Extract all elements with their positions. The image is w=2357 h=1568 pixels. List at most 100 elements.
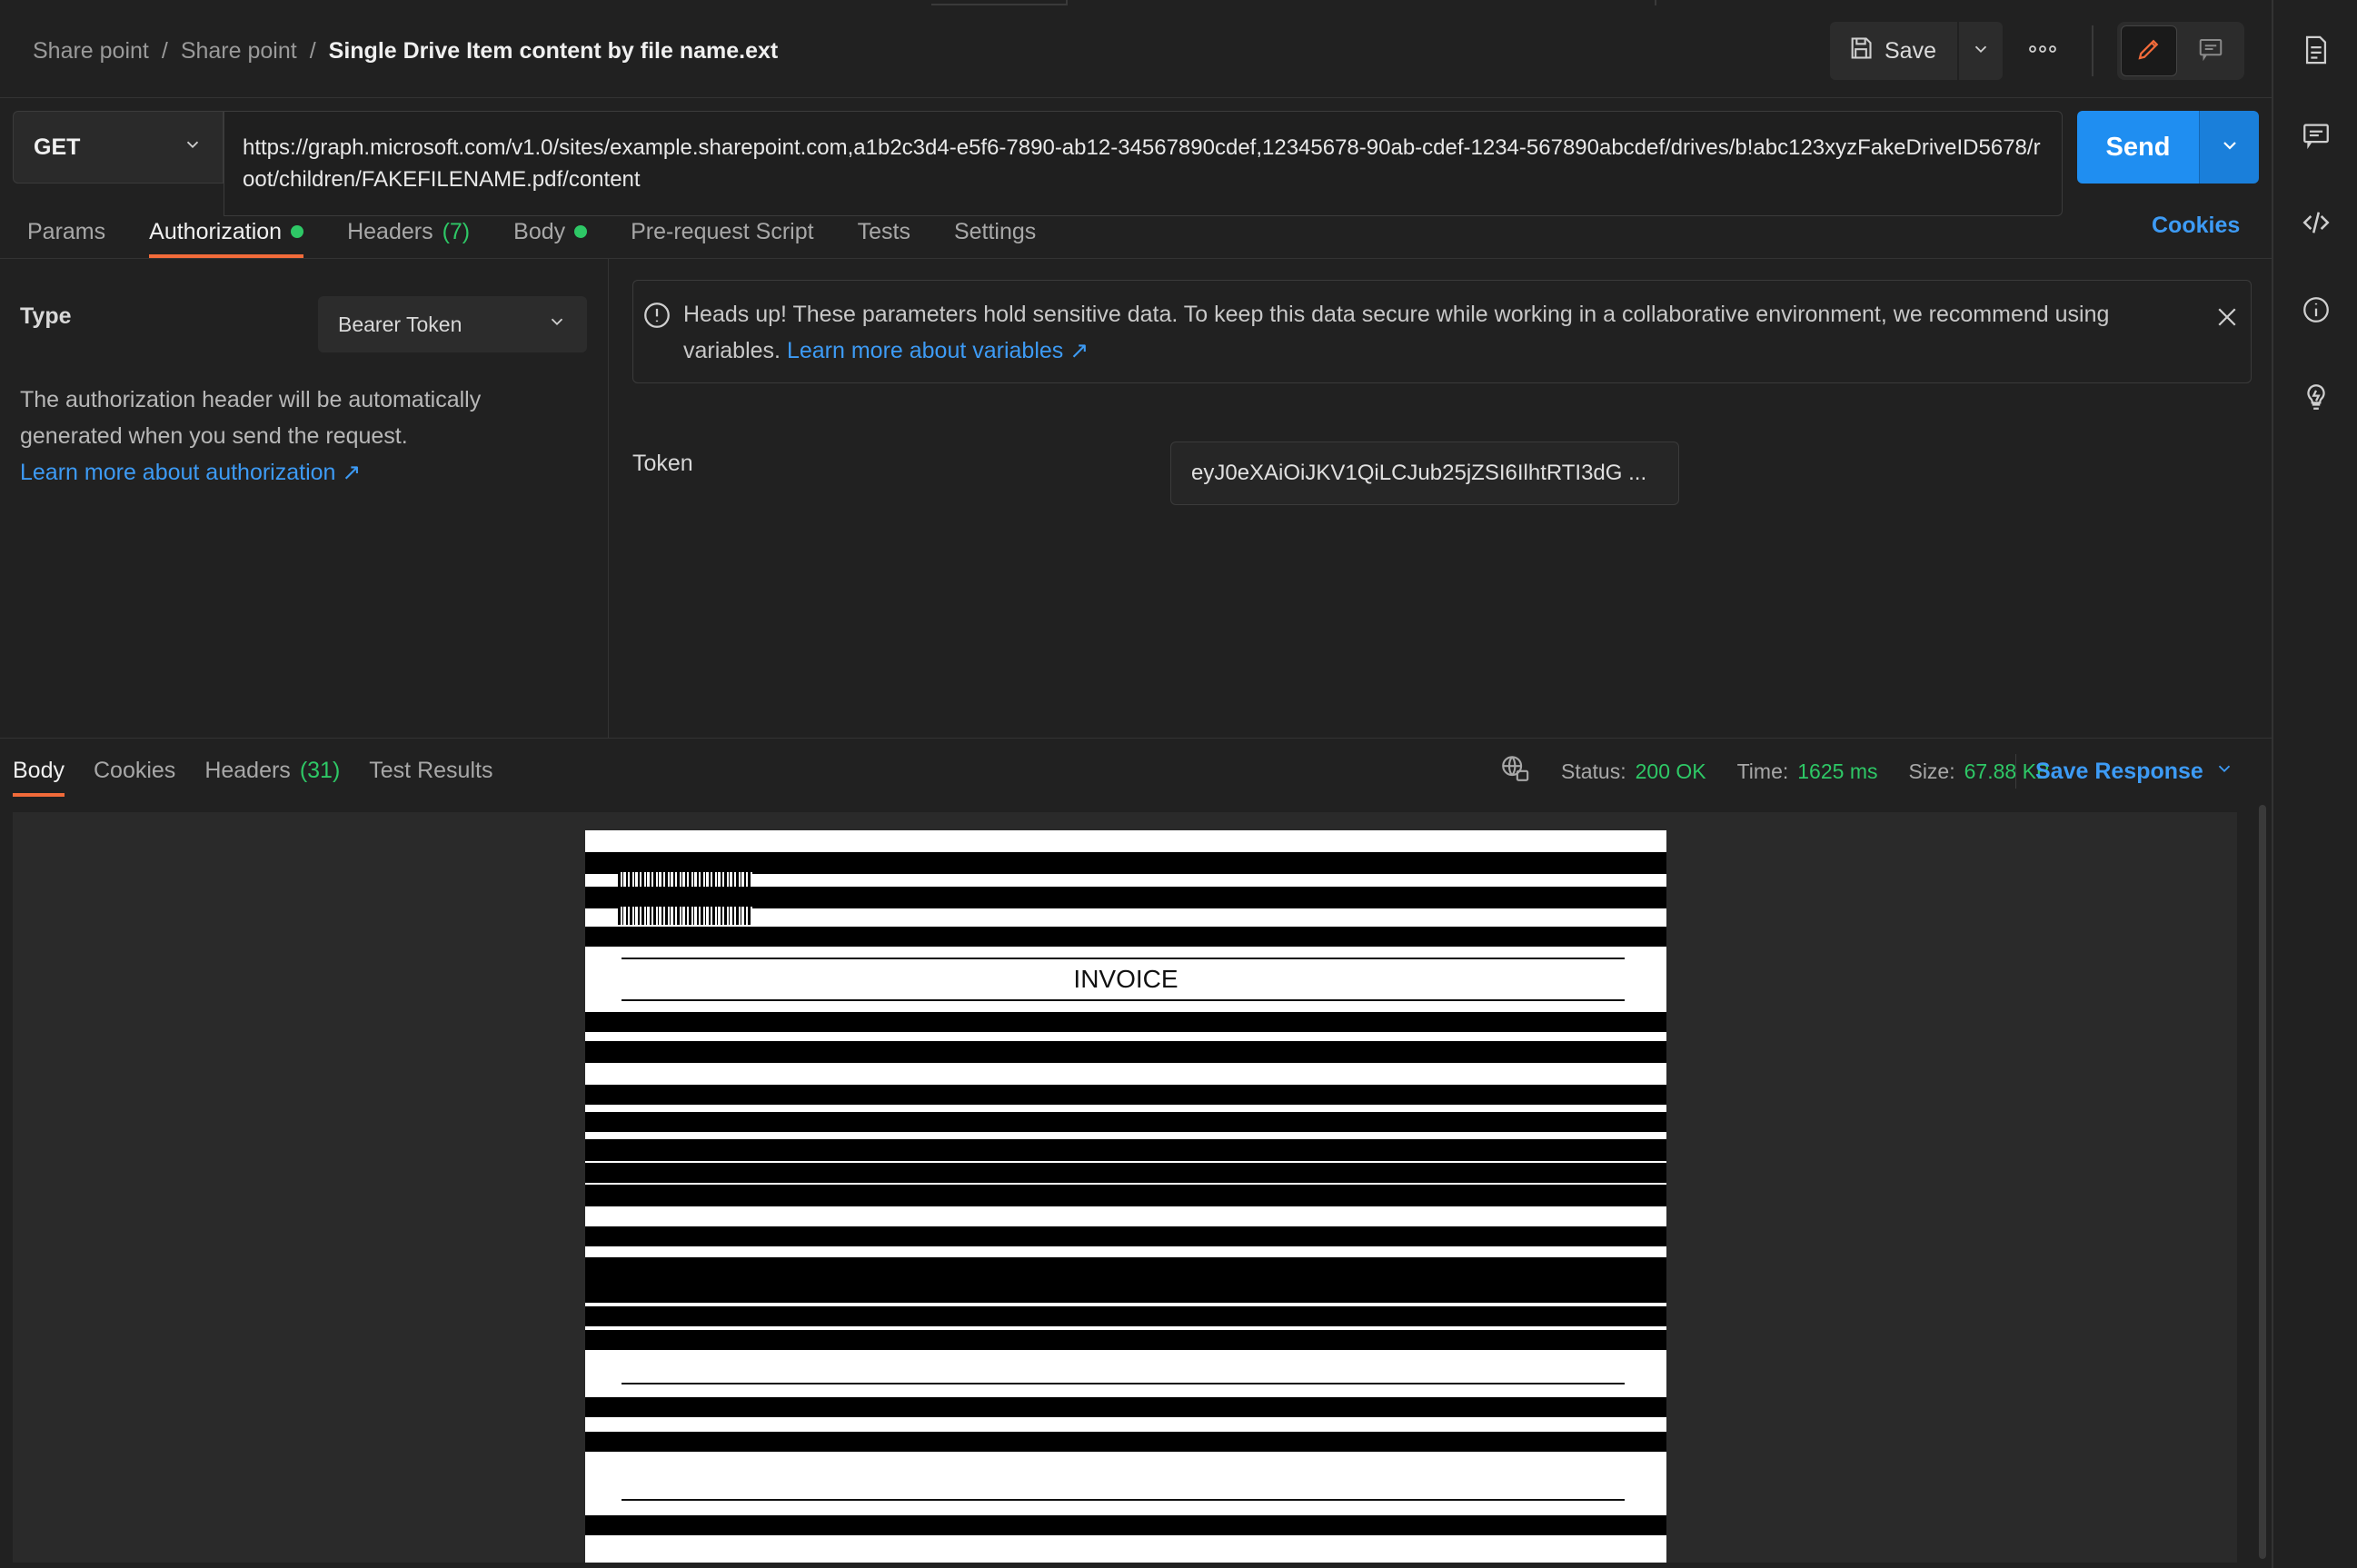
save-response-label: Save Response [2035,758,2203,784]
tab-label: Settings [953,218,1037,244]
document-icon [2301,35,2332,70]
comments-button[interactable] [2293,114,2339,160]
viewer-scrollbar[interactable] [2259,805,2266,1559]
chevron-down-icon [2214,759,2234,785]
tab-label: Pre-request Script [631,218,814,244]
code-icon [2301,207,2332,243]
token-input[interactable]: eyJ0eXAiOiJKV1QiLCJub25jZSI6IlhtRTI3dG .… [1170,442,1679,505]
chevron-down-icon [2219,134,2241,161]
redaction-bar [585,1226,1666,1246]
learn-more-variables-link[interactable]: Learn more about variables ↗ [787,338,1089,363]
toolbar-divider [2092,25,2093,76]
redaction-bar [585,1041,1666,1063]
breadcrumb: Share point / Share point / Single Drive… [33,35,778,67]
time-value[interactable]: 1625 ms [1797,759,1877,784]
send-button[interactable]: Send [2077,111,2199,184]
comment-icon [2301,120,2332,155]
tab-settings[interactable]: Settings [954,209,1036,254]
tab-label: Body [13,757,65,783]
save-response-button[interactable]: Save Response [2035,750,2234,792]
learn-more-authorization-link[interactable]: Learn more about authorization ↗ [20,454,565,491]
breadcrumb-item-collection[interactable]: Share point [33,38,149,65]
redaction-bar [585,1432,1666,1452]
divider [0,738,2272,739]
tab-headers[interactable]: Headers (7) [347,209,470,254]
tab-label: Tests [857,218,910,244]
status-value[interactable]: 200 OK [1636,759,1706,784]
time-label: Time: [1736,759,1789,783]
auth-type-label: Type [20,303,72,329]
tab-label: Headers [347,218,433,244]
breadcrumb-separator: / [309,37,316,64]
lightbulb-icon [2301,382,2332,417]
chevron-down-icon [547,312,567,337]
tab-label: Authorization [149,218,283,244]
method-select[interactable]: GET [13,111,224,184]
code-snippet-button[interactable] [2293,202,2339,247]
pdf-page: INVOICE [585,830,1666,1563]
status-label: Status: [1561,759,1626,783]
auth-description-text: The authorization header will be automat… [20,387,482,449]
more-actions-button[interactable] [2023,33,2063,69]
cookies-link[interactable]: Cookies [2152,213,2240,239]
tab-authorization[interactable]: Authorization [149,209,304,258]
tab-params[interactable]: Params [27,209,105,254]
view-mode-toggle [2117,22,2244,80]
close-banner-button[interactable] [2213,303,2241,331]
redaction-bar [585,887,1666,908]
request-info-button[interactable] [2293,289,2339,334]
comment-mode-button[interactable] [2183,25,2239,76]
globe-network-icon[interactable] [1499,753,1530,789]
response-tab-body[interactable]: Body [13,748,65,797]
redaction-bar [585,1257,1666,1303]
comment-icon [2197,35,2224,67]
tab-label: Cookies [93,757,176,783]
barcode [618,907,752,925]
redaction-bar [585,1139,1666,1161]
headers-count: (7) [442,218,471,244]
exclamation-circle-icon [641,300,672,331]
request-title[interactable]: Single Drive Item content by file name.e… [329,38,779,65]
save-button[interactable]: Save [1830,22,1957,80]
auth-description: The authorization header will be automat… [20,382,565,491]
redaction-bar [585,1397,1666,1417]
request-tabs: Params Authorization Headers (7) Body Pr… [27,209,1079,258]
floppy-disk-icon [1848,35,1874,67]
response-tabs: Body Cookies Headers (31) Test Results [13,745,522,797]
edit-mode-button[interactable] [2121,25,2177,76]
redaction-bar [585,1012,1666,1032]
rule-line [622,958,1625,959]
redaction-bar [585,852,1666,874]
url-input[interactable]: https://graph.microsoft.com/v1.0/sites/e… [224,111,2063,216]
size-label: Size: [1908,759,1955,783]
send-options-button[interactable] [2199,111,2259,184]
chevron-down-icon [183,134,203,161]
related-collections-button[interactable] [2293,376,2339,422]
status-dot [291,225,304,238]
tab-body[interactable]: Body [513,209,588,254]
tab-label: Headers [204,757,291,783]
tab-label: Params [27,218,106,244]
breadcrumb-item-folder[interactable]: Share point [181,38,297,65]
response-tab-cookies[interactable]: Cookies [94,748,175,793]
redaction-bar [585,1163,1666,1183]
save-options-button[interactable] [1959,22,2003,80]
response-tab-test-results[interactable]: Test Results [369,748,492,793]
auth-type-select[interactable]: Bearer Token [318,296,587,352]
info-icon [2301,294,2332,330]
documentation-button[interactable] [2293,29,2339,74]
tab-strip-edge [931,0,1066,5]
rule-line [622,1499,1625,1501]
tab-strip-active [1066,0,1656,5]
response-tab-headers[interactable]: Headers (31) [204,748,340,793]
pencil-icon [2135,35,2163,67]
tab-label: Body [513,218,566,244]
response-headers-count: (31) [299,757,341,783]
status-dot [574,225,588,238]
tab-label: Test Results [369,757,493,783]
tab-tests[interactable]: Tests [858,209,910,254]
method-value: GET [34,134,81,160]
rule-line [622,999,1625,1001]
redaction-bar [585,927,1666,947]
tab-pre-request-script[interactable]: Pre-request Script [631,209,813,254]
